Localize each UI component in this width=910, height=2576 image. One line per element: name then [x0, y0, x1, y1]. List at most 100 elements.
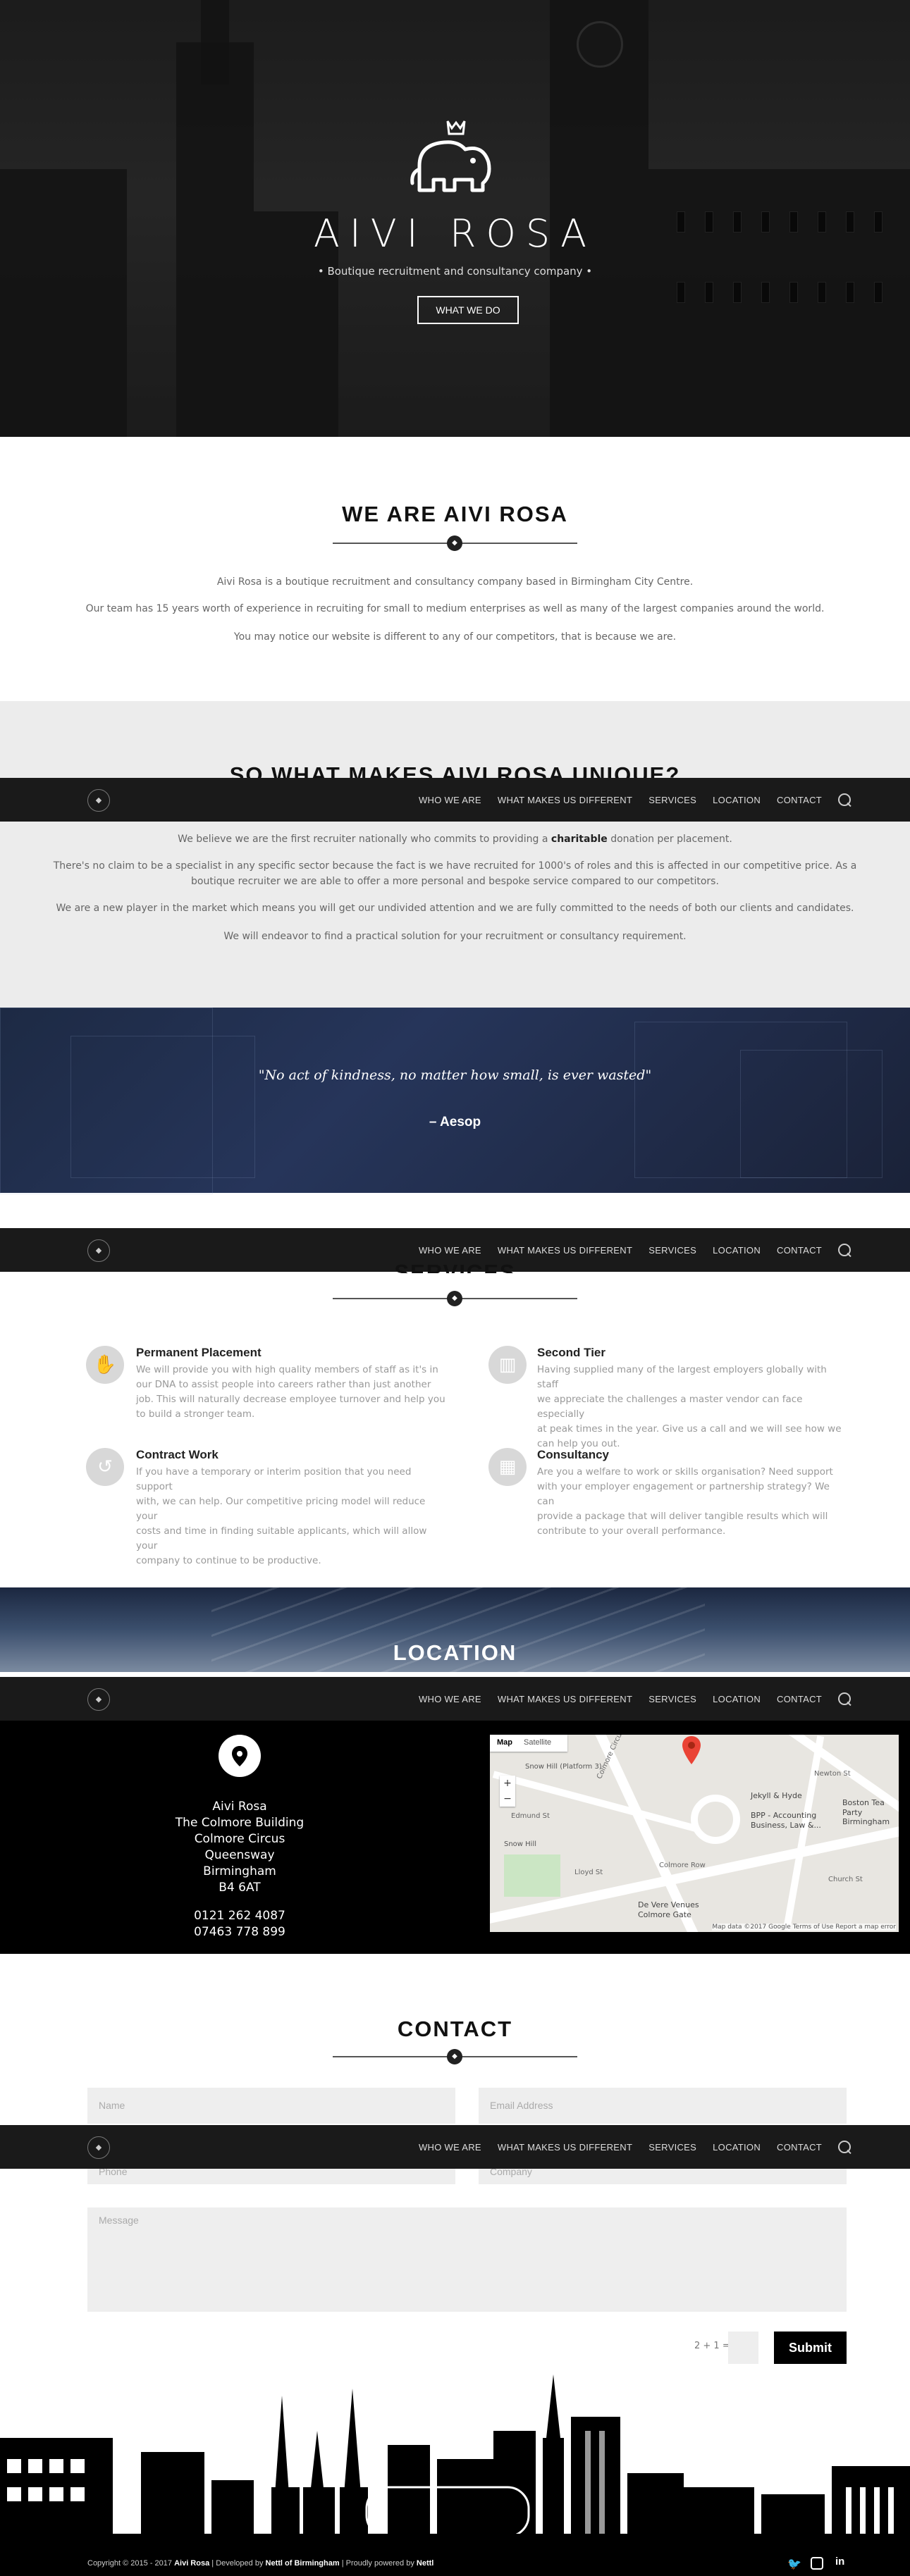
- nav-location[interactable]: LOCATION: [713, 1694, 761, 1704]
- second-tier-icon: ▥: [488, 1346, 527, 1384]
- linkedin-icon[interactable]: in: [835, 2556, 844, 2568]
- what-we-do-button[interactable]: WHAT WE DO: [417, 296, 519, 324]
- map-label: Church St: [828, 1876, 863, 1883]
- message-field[interactable]: Message: [87, 2207, 847, 2312]
- map-label: Newton St: [814, 1770, 851, 1778]
- nav-what-makes-us-different[interactable]: WHAT MAKES US DIFFERENT: [498, 795, 632, 805]
- nav-contact[interactable]: CONTACT: [777, 795, 822, 805]
- phone-number[interactable]: 0121 262 4087: [0, 1908, 479, 1924]
- unique-paragraph: We will endeavor to find a practical sol…: [223, 931, 687, 942]
- copyright-text: Copyright © 2015 - 2017 Aivi Rosa | Deve…: [87, 2559, 434, 2568]
- about-paragraph: Aivi Rosa is a boutique recruitment and …: [216, 576, 694, 588]
- quote-section: [0, 1008, 910, 1194]
- about-paragraph: Our team has 15 years worth of experienc…: [85, 603, 825, 614]
- map-marker-icon[interactable]: [680, 1735, 703, 1766]
- map-label: Business, Law &...: [751, 1821, 821, 1830]
- nav-logo-icon[interactable]: ◆: [87, 1688, 110, 1711]
- search-icon[interactable]: [838, 793, 851, 806]
- consultancy-icon: ▦: [488, 1448, 527, 1486]
- address-line: Aivi Rosa: [212, 1800, 267, 1814]
- google-map[interactable]: Map Satellite + − Snow Hill (Platform 3) …: [490, 1735, 899, 1932]
- zoom-out-icon[interactable]: −: [500, 1791, 515, 1807]
- services-title: SERVICES: [394, 1260, 516, 1273]
- contract-work-icon: ↺: [86, 1448, 124, 1486]
- address-line: B4 6AT: [219, 1881, 261, 1895]
- map-tab-satellite[interactable]: Satellite: [519, 1735, 555, 1752]
- quote-author: – Aesop: [429, 1115, 481, 1129]
- nav-logo-icon[interactable]: ◆: [87, 2136, 110, 2159]
- phone-number[interactable]: 07463 778 899: [0, 1924, 479, 1940]
- service-title: Contract Work: [136, 1448, 219, 1461]
- nav-services[interactable]: SERVICES: [648, 1245, 696, 1256]
- email-field[interactable]: Email Address: [479, 2088, 847, 2124]
- phone-field[interactable]: Phone: [87, 2169, 455, 2184]
- instagram-icon[interactable]: [811, 2557, 823, 2570]
- nav-what-makes-us-different[interactable]: WHAT MAKES US DIFFERENT: [498, 1694, 632, 1704]
- captcha-label: 2 + 1 =: [694, 2341, 730, 2351]
- search-icon[interactable]: [838, 2141, 851, 2153]
- hero-brand-name: AIVI ROSA: [313, 211, 597, 256]
- unique-paragraph: boutique recruiter we are able to offer …: [191, 876, 719, 887]
- nav-who-we-are[interactable]: WHO WE ARE: [419, 2142, 481, 2153]
- divider-logo-icon: ◆: [447, 535, 462, 551]
- service-description: Having supplied many of the largest empl…: [537, 1364, 842, 1449]
- nav-services[interactable]: SERVICES: [648, 1694, 696, 1704]
- mailbox-sign: The Mailbox: [48, 2446, 89, 2454]
- nav-logo-icon[interactable]: ◆: [87, 789, 110, 812]
- nav-services[interactable]: SERVICES: [648, 795, 696, 805]
- permanent-placement-icon: ✋: [86, 1346, 124, 1384]
- nav-who-we-are[interactable]: WHO WE ARE: [419, 1245, 481, 1256]
- address-line: Birmingham: [203, 1864, 276, 1878]
- nav-location[interactable]: LOCATION: [713, 2142, 761, 2153]
- nav-who-we-are[interactable]: WHO WE ARE: [419, 1694, 481, 1704]
- service-description: We will provide you with high quality me…: [136, 1364, 445, 1420]
- name-field[interactable]: Name: [87, 2088, 455, 2124]
- footer-brand-link[interactable]: Aivi Rosa: [174, 2559, 209, 2568]
- address-line: Colmore Circus: [194, 1832, 285, 1846]
- footer: Copyright © 2015 - 2017 Aivi Rosa | Deve…: [0, 2551, 910, 2576]
- twitter-icon[interactable]: 🐦: [787, 2557, 801, 2570]
- elephant-logo-icon: [410, 120, 491, 192]
- map-label: De Vere Venues: [638, 1900, 699, 1909]
- map-label: Boston Tea: [842, 1798, 885, 1807]
- about-paragraph: You may notice our website is different …: [233, 631, 677, 643]
- developer-link[interactable]: Nettl of Birmingham: [266, 2559, 340, 2568]
- map-label: Colmore Row: [659, 1862, 706, 1869]
- map-tab-map[interactable]: Map: [490, 1735, 519, 1752]
- divider-logo-icon: ◆: [447, 2049, 462, 2064]
- map-label: Snow Hill (Platform 3): [525, 1763, 602, 1771]
- nav-what-makes-us-different[interactable]: WHAT MAKES US DIFFERENT: [498, 1245, 632, 1256]
- birmingham-skyline-illustration: [0, 2374, 910, 2551]
- nav-contact[interactable]: CONTACT: [777, 1245, 822, 1256]
- nav-contact[interactable]: CONTACT: [777, 1694, 822, 1704]
- map-label: Jekyll & Hyde: [751, 1791, 802, 1800]
- unique-paragraph: We believe we are the first recruiter na…: [178, 834, 732, 845]
- nav-who-we-are[interactable]: WHO WE ARE: [419, 795, 481, 805]
- zoom-in-icon[interactable]: +: [500, 1776, 515, 1791]
- quote-text: "No act of kindness, no matter how small…: [258, 1067, 652, 1083]
- nav-contact[interactable]: CONTACT: [777, 2142, 822, 2153]
- map-label: Lloyd St: [574, 1869, 603, 1876]
- divider-logo-icon: ◆: [447, 1291, 462, 1306]
- service-title: Permanent Placement: [136, 1346, 262, 1359]
- nav-what-makes-us-different[interactable]: WHAT MAKES US DIFFERENT: [498, 2142, 632, 2153]
- map-label: BPP - Accounting: [751, 1811, 817, 1820]
- search-icon[interactable]: [838, 1692, 851, 1705]
- company-field[interactable]: Company: [479, 2169, 847, 2184]
- sticky-navbar: ◆ WHO WE ARE WHAT MAKES US DIFFERENT SER…: [0, 1677, 910, 1721]
- sticky-navbar: ◆ WHO WE ARE WHAT MAKES US DIFFERENT SER…: [0, 2125, 910, 2169]
- about-title: WE ARE AIVI ROSA: [342, 502, 568, 526]
- nav-location[interactable]: LOCATION: [713, 1245, 761, 1256]
- service-description: Are you a welfare to work or skills orga…: [537, 1466, 833, 1537]
- map-pin-icon: [219, 1735, 261, 1777]
- unique-section: [0, 701, 910, 1008]
- submit-button[interactable]: Submit: [774, 2332, 847, 2364]
- captcha-input[interactable]: [728, 2332, 758, 2364]
- powered-by-link[interactable]: Nettl: [417, 2559, 434, 2568]
- nav-services[interactable]: SERVICES: [648, 2142, 696, 2153]
- map-attribution[interactable]: Map data ©2017 Google Terms of Use Repor…: [712, 1924, 896, 1931]
- nav-location[interactable]: LOCATION: [713, 795, 761, 805]
- address-line: Queensway: [204, 1848, 275, 1862]
- search-icon[interactable]: [838, 1244, 851, 1256]
- sticky-navbar: ◆ WHO WE ARE WHAT MAKES US DIFFERENT SER…: [0, 778, 910, 822]
